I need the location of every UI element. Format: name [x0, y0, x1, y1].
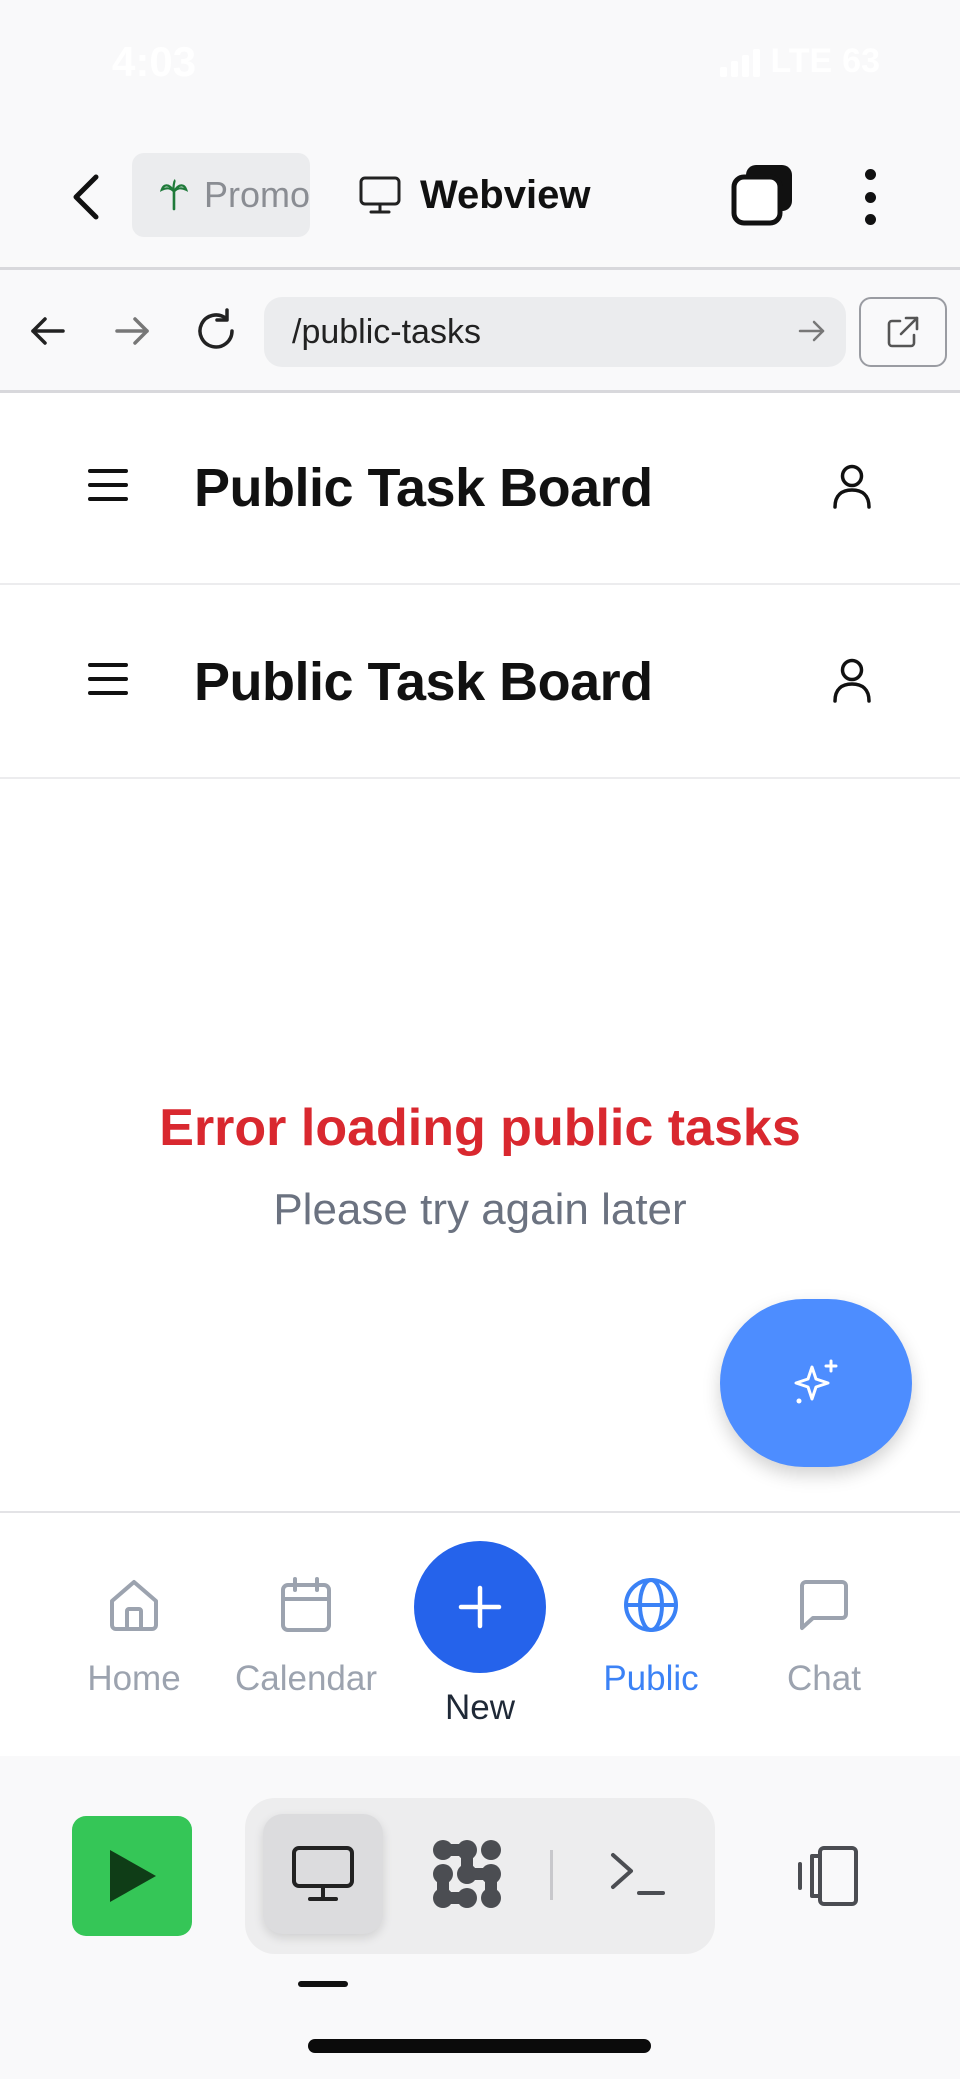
hamburger-menu-icon[interactable] [88, 469, 128, 501]
monitor-icon [292, 1846, 354, 1901]
tabs-switcher-button[interactable] [730, 163, 796, 229]
hamburger-menu-icon[interactable] [88, 663, 128, 695]
plus-icon [458, 1585, 502, 1629]
page-title: Public Task Board [194, 652, 653, 712]
arrow-left-icon [31, 317, 65, 345]
calendar-icon [281, 1577, 331, 1632]
user-icon[interactable] [832, 463, 872, 509]
battery-level: 63 [842, 42, 880, 80]
globe-icon [624, 1578, 678, 1632]
page-title: Public Task Board [194, 458, 653, 518]
nav-chat-label: Chat [787, 1659, 861, 1698]
webview-content: Public Task Board Public Task Board Erro… [0, 393, 960, 1511]
url-field[interactable] [264, 297, 846, 367]
reload-button[interactable] [190, 305, 242, 357]
reload-icon [198, 308, 234, 349]
nav-new-label: New [444, 1688, 516, 1727]
url-input[interactable] [292, 312, 762, 352]
chevron-left-icon [73, 174, 99, 220]
tab-webview[interactable]: Webview [358, 153, 590, 237]
status-icons: LTE 63 [720, 42, 880, 81]
device-frame-button[interactable] [790, 1844, 862, 1908]
divider [550, 1850, 553, 1900]
nav-new-button[interactable] [414, 1541, 546, 1673]
nav-calendar[interactable]: Calendar [221, 1575, 391, 1699]
tab-promo[interactable]: Promo [132, 153, 310, 237]
device-rotate-icon [798, 1846, 858, 1906]
app-header: Public Task Board [0, 393, 960, 585]
network-type: LTE [770, 42, 833, 80]
dots-pattern-icon [433, 1840, 501, 1908]
view-mode-group [245, 1798, 715, 1954]
run-button[interactable] [72, 1816, 192, 1936]
top-toolbar: Promo Webview [0, 125, 960, 270]
canvas-mode-button[interactable] [407, 1814, 527, 1934]
tabs-icon [731, 165, 792, 226]
preview-mode-button[interactable] [263, 1814, 383, 1934]
nav-home-label: Home [87, 1659, 181, 1698]
sparkles-icon [794, 1359, 838, 1404]
tab-webview-label: Webview [420, 172, 591, 217]
back-button[interactable] [58, 165, 114, 229]
monitor-icon [359, 176, 401, 214]
bottom-navigation: Home Calendar New Public Chat [0, 1511, 960, 1756]
arrow-right-icon [115, 317, 149, 345]
nav-public-label: Public [603, 1659, 699, 1698]
go-arrow-icon[interactable] [796, 315, 828, 347]
nav-home[interactable]: Home [49, 1575, 219, 1699]
chat-icon [800, 1580, 848, 1630]
terminal-button[interactable] [577, 1814, 697, 1934]
selected-indicator [298, 1981, 348, 1987]
app-header-duplicate: Public Task Board [0, 587, 960, 779]
nav-public[interactable]: Public [566, 1575, 736, 1699]
error-subtitle: Please try again later [273, 1185, 687, 1234]
external-link-icon [887, 316, 919, 348]
status-bar: 4:03 LTE 63 [0, 0, 960, 125]
browser-back-button[interactable] [22, 305, 74, 357]
ai-assistant-fab[interactable] [720, 1299, 912, 1467]
dev-toolbar [0, 1756, 960, 2079]
status-time: 4:03 [112, 38, 197, 85]
home-icon [110, 1580, 158, 1631]
url-bar [0, 273, 960, 393]
browser-forward-button[interactable] [106, 305, 158, 357]
more-options-button[interactable] [850, 165, 890, 229]
terminal-icon [611, 1853, 665, 1895]
error-title: Error loading public tasks [159, 1099, 801, 1157]
nav-chat[interactable]: Chat [739, 1575, 909, 1699]
user-icon[interactable] [832, 657, 872, 703]
tab-promo-label: Promo [203, 174, 310, 215]
palm-tree-icon [160, 179, 188, 211]
play-icon [110, 1850, 156, 1902]
signal-icon [720, 47, 761, 77]
open-external-button[interactable] [859, 297, 947, 367]
home-indicator [308, 2039, 651, 2053]
nav-calendar-label: Calendar [234, 1659, 378, 1698]
